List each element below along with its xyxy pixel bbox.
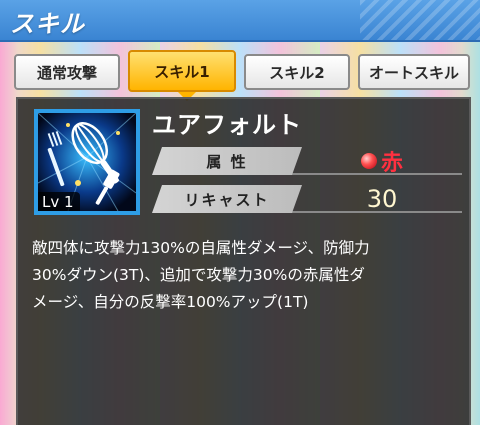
skill-level-badge: Lv 1 bbox=[38, 192, 80, 211]
skill-detail-panel: Lv 1 ユアフォルト 属 性 赤 リキャスト 30 敵四体に攻撃力130%の自… bbox=[16, 97, 471, 425]
description-line: 30%ダウン(3T)、追加で攻撃力30%の赤属性ダ bbox=[32, 266, 365, 284]
attribute-text: 赤 bbox=[380, 151, 403, 176]
tab-auto-skill[interactable]: オートスキル bbox=[358, 54, 470, 90]
attribute-label: 属 性 bbox=[152, 147, 302, 175]
recast-label: リキャスト bbox=[152, 185, 302, 213]
description-line: メージ、自分の反撃率100%アップ(1T) bbox=[32, 293, 309, 311]
tab-bar: 通常攻撃 スキル1 スキル2 オートスキル bbox=[14, 50, 470, 92]
attribute-row: 属 性 赤 bbox=[152, 147, 462, 176]
skill-name: ユアフォルト bbox=[152, 111, 302, 139]
recast-value: 30 bbox=[302, 185, 462, 213]
attribute-value: 赤 bbox=[302, 147, 462, 176]
tab-skill-2[interactable]: スキル2 bbox=[244, 54, 350, 90]
header-bar: スキル bbox=[0, 0, 480, 42]
skill-description: 敵四体に攻撃力130%の自属性ダメージ、防御力 30%ダウン(3T)、追加で攻撃… bbox=[32, 235, 462, 316]
red-attribute-orb-icon bbox=[360, 153, 377, 169]
tab-normal-attack[interactable]: 通常攻撃 bbox=[14, 54, 120, 90]
description-line: 敵四体に攻撃力130%の自属性ダメージ、防御力 bbox=[32, 239, 370, 257]
recast-row: リキャスト 30 bbox=[152, 185, 462, 213]
skill-icon: Lv 1 bbox=[34, 109, 140, 215]
header-decoration bbox=[360, 0, 480, 40]
recast-number: 30 bbox=[366, 185, 398, 213]
tab-skill-1[interactable]: スキル1 bbox=[128, 50, 236, 92]
page-title: スキル bbox=[10, 10, 85, 38]
